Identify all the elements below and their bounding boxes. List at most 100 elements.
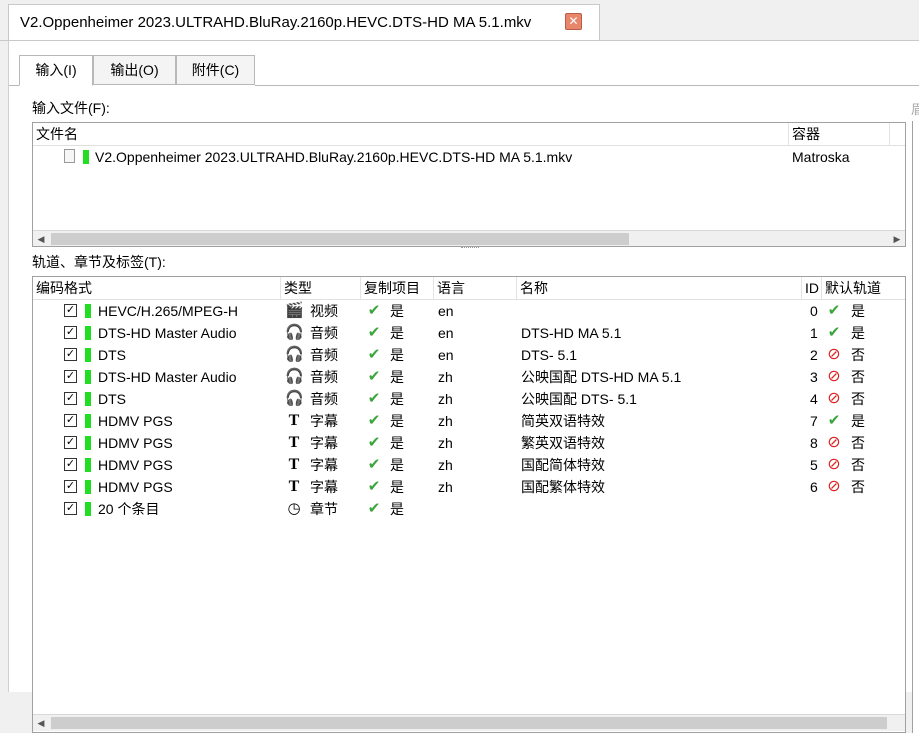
track-name: 简英双语特效	[521, 413, 605, 429]
list-item[interactable]: V2.Oppenheimer 2023.ULTRAHD.BluRay.2160p…	[33, 146, 905, 168]
table-row[interactable]: ✓ DTS-HD Master Audio 🎧 音频 ✔ 是 zh 公映国配 DTS-HD M…	[33, 366, 905, 388]
track-checkbox[interactable]: ✓	[64, 326, 77, 339]
scroll-left-icon[interactable]: ◀	[33, 231, 49, 246]
tab-attachments[interactable]: 附件(C)	[176, 55, 255, 85]
track-language: zh	[438, 413, 453, 429]
table-row[interactable]: ✓ HDMV PGS T 字幕 ✔ 是 zh 繁英双语特效 8 ⊘ 否	[33, 432, 905, 454]
no-icon: ⊘	[827, 346, 841, 363]
track-language: zh	[438, 457, 453, 473]
tab-output[interactable]: 输出(O)	[93, 55, 176, 85]
track-id: 8	[810, 435, 818, 451]
headphones-icon: 🎧	[285, 346, 304, 363]
tab-baseline	[255, 85, 919, 86]
check-icon: ✔	[827, 412, 841, 429]
track-default: 否	[851, 391, 865, 407]
track-checkbox[interactable]: ✓	[64, 370, 77, 383]
no-icon: ⊘	[827, 434, 841, 451]
input-files-label: 输入文件(F):	[32, 100, 110, 116]
track-codec: HEVC/H.265/MPEG-H	[98, 303, 239, 319]
document-tab-title: V2.Oppenheimer 2023.ULTRAHD.BluRay.2160p…	[20, 14, 532, 31]
track-language: zh	[438, 391, 453, 407]
check-icon: ✔	[367, 368, 381, 385]
track-checkbox[interactable]: ✓	[64, 502, 77, 515]
track-name: 公映国配 DTS-HD MA 5.1	[521, 369, 682, 385]
track-default: 是	[851, 325, 865, 341]
col-codec[interactable]: 编码格式	[33, 277, 281, 299]
col-filename[interactable]: 文件名	[33, 123, 789, 145]
col-id[interactable]: ID	[802, 277, 822, 299]
scroll-right-icon[interactable]: ▶	[889, 231, 905, 246]
scroll-thumb[interactable]	[51, 717, 887, 729]
table-row[interactable]: ✓ HDMV PGS T 字幕 ✔ 是 zh 国配繁体特效 6 ⊘ 否	[33, 476, 905, 498]
track-language: en	[438, 325, 454, 341]
status-bar-icon	[85, 414, 91, 428]
headphones-icon: 🎧	[285, 324, 304, 341]
table-row[interactable]: ✓ HEVC/H.265/MPEG-H 🎬 视频 ✔ 是 en 0 ✔ 是	[33, 300, 905, 322]
track-codec: 20 个条目	[98, 501, 160, 517]
status-bar-icon	[85, 480, 91, 494]
check-icon: ✔	[367, 346, 381, 363]
track-codec: DTS-HD Master Audio	[98, 325, 237, 341]
track-codec: HDMV PGS	[98, 457, 173, 473]
track-checkbox[interactable]: ✓	[64, 392, 77, 405]
side-hint: 眉	[911, 102, 919, 117]
table-row[interactable]: ✓ HDMV PGS T 字幕 ✔ 是 zh 国配简体特效 5 ⊘ 否	[33, 454, 905, 476]
col-name[interactable]: 名称	[517, 277, 802, 299]
text-icon: T	[288, 412, 300, 429]
track-codec: DTS-HD Master Audio	[98, 369, 237, 385]
track-checkbox[interactable]: ✓	[64, 436, 77, 449]
text-icon: T	[288, 456, 300, 473]
input-files-hscrollbar[interactable]: ◀ ▶	[33, 230, 905, 246]
file-icon	[64, 149, 75, 163]
track-copy: 是	[390, 501, 404, 517]
track-copy: 是	[390, 457, 404, 473]
track-copy: 是	[390, 347, 404, 363]
col-container[interactable]: 容器	[789, 123, 890, 145]
track-copy: 是	[390, 413, 404, 429]
track-checkbox[interactable]: ✓	[64, 458, 77, 471]
document-tab[interactable]: V2.Oppenheimer 2023.ULTRAHD.BluRay.2160p…	[8, 4, 600, 40]
input-files-header: 文件名 容器	[33, 123, 905, 146]
track-default: 否	[851, 347, 865, 363]
track-default: 否	[851, 457, 865, 473]
status-bar-icon	[85, 502, 91, 516]
status-bar-icon	[85, 458, 91, 472]
track-checkbox[interactable]: ✓	[64, 414, 77, 427]
track-name: 公映国配 DTS- 5.1	[521, 391, 637, 407]
table-row[interactable]: ✓ 20 个条目 ◷ 章节 ✔ 是	[33, 498, 905, 520]
track-id: 3	[810, 369, 818, 385]
tracks-hscrollbar[interactable]: ◀	[33, 714, 905, 731]
clapper-icon: 🎬	[285, 302, 304, 319]
track-name: 国配简体特效	[521, 457, 605, 473]
track-default: 否	[851, 435, 865, 451]
scroll-left-icon[interactable]: ◀	[33, 715, 49, 731]
col-language[interactable]: 语言	[434, 277, 517, 299]
input-files-list[interactable]: 文件名 容器 V2.Oppenheimer 2023.ULTRAHD.BluRa…	[32, 122, 906, 247]
tracks-list[interactable]: 编码格式 类型 复制项目 语言 名称 ID 默认轨道 ✓ HEVC/H.265/M…	[32, 276, 906, 733]
check-icon: ✔	[367, 302, 381, 319]
close-icon[interactable]: ✕	[565, 13, 582, 30]
tab-input[interactable]: 输入(I)	[19, 55, 93, 86]
track-type: 音频	[310, 369, 338, 385]
track-checkbox[interactable]: ✓	[64, 348, 77, 361]
col-type[interactable]: 类型	[281, 277, 361, 299]
table-row[interactable]: ✓ HDMV PGS T 字幕 ✔ 是 zh 简英双语特效 7 ✔ 是	[33, 410, 905, 432]
track-id: 1	[810, 325, 818, 341]
track-id: 6	[810, 479, 818, 495]
track-checkbox[interactable]: ✓	[64, 304, 77, 317]
table-row[interactable]: ✓ DTS 🎧 音频 ✔ 是 en DTS- 5.1 2 ⊘ 否	[33, 344, 905, 366]
check-icon: ✔	[367, 500, 381, 517]
file-name: V2.Oppenheimer 2023.ULTRAHD.BluRay.2160p…	[95, 149, 573, 165]
scroll-thumb[interactable]	[51, 233, 629, 245]
col-copy[interactable]: 复制项目	[361, 277, 434, 299]
col-default[interactable]: 默认轨道	[822, 277, 905, 299]
splitter-handle[interactable]	[461, 247, 479, 250]
track-copy: 是	[390, 435, 404, 451]
track-checkbox[interactable]: ✓	[64, 480, 77, 493]
check-icon: ✔	[367, 390, 381, 407]
table-row[interactable]: ✓ DTS 🎧 音频 ✔ 是 zh 公映国配 DTS- 5.1 4 ⊘ 否	[33, 388, 905, 410]
track-codec: HDMV PGS	[98, 435, 173, 451]
track-copy: 是	[390, 325, 404, 341]
no-icon: ⊘	[827, 478, 841, 495]
table-row[interactable]: ✓ DTS-HD Master Audio 🎧 音频 ✔ 是 en DTS-HD MA 5.1…	[33, 322, 905, 344]
